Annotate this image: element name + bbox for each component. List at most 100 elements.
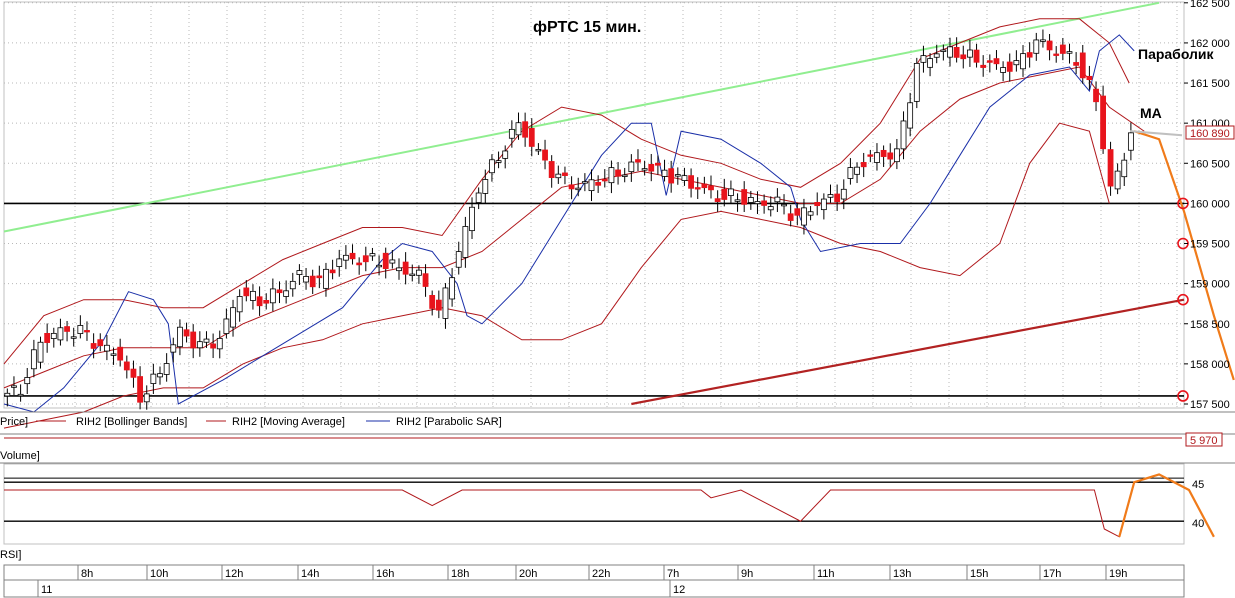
candle-up [927,58,933,68]
candle-up [236,296,243,313]
candle-up [840,188,847,200]
legend-parabolic-sar: RIH2 [Parabolic SAR] [396,416,502,428]
candle-up [608,167,615,184]
candle-down [210,343,217,349]
hour-label: 17h [1043,568,1061,580]
y-tick-label: 161 500 [1190,78,1230,90]
candle-up [303,276,309,283]
candle-down [542,149,548,161]
candle-up [940,49,947,52]
legend-moving-average: RIH2 [Moving Average] [232,416,345,428]
chart-title: фРТС 15 мин. [533,19,641,36]
candle-up [728,188,734,197]
candle-up [369,253,376,257]
candle-down [276,289,283,294]
hour-label: 22h [592,568,610,580]
candle-down [44,333,51,343]
trend-line-green [3,1,1160,233]
horizontal-levels [4,202,1184,397]
candle-up [900,120,907,150]
candle-down [887,152,894,160]
candle-down [183,329,190,337]
candle-up [1121,159,1128,178]
candle-up [11,385,17,388]
rsi-line [4,473,1215,538]
candle-up [781,203,787,207]
candle-down [880,149,887,157]
candle-down [362,255,369,263]
candle-up [230,307,236,328]
candle-up [475,192,482,203]
candle-up [515,122,522,136]
bollinger-upper [3,18,1130,365]
candle-down [1107,149,1114,187]
rsi-label: RSI] [0,549,21,561]
candle-down [688,175,694,189]
rsi-panel-frame [3,463,1185,545]
candle-up [489,159,495,174]
y-tick-label: 158 000 [1190,359,1230,371]
candle-up [1040,39,1046,42]
hour-label: 20h [519,568,537,580]
candle-down [986,60,993,63]
candle-down [256,296,263,307]
candle-down [1026,52,1033,58]
hour-label: 16h [376,568,394,580]
last-price-label: 160 890 [1190,128,1230,140]
candle-up [342,254,349,261]
candle-up [854,166,860,175]
candle-up [820,198,827,211]
candle-up [177,326,183,348]
day-label: 12 [673,584,685,596]
candle-up [1013,60,1020,66]
candle-up [163,363,170,375]
candle-down [973,49,980,63]
candle-up [30,349,37,370]
y-tick-label: 158 500 [1190,319,1230,331]
candle-down [1073,62,1080,66]
candle-up [893,148,900,163]
candle-up [336,258,343,267]
candle-up [283,290,290,297]
candle-down [980,64,987,68]
candle-up [1020,53,1026,70]
candle-down [601,179,608,182]
candle-up [170,344,177,353]
candle-down [123,361,130,371]
candle-up [157,373,163,378]
candle-down [787,213,794,221]
candle-down [84,330,90,333]
candle-up [296,270,303,275]
candle-up [621,174,628,177]
candle-down [648,164,655,172]
candle-down [1059,44,1066,54]
candle-up [376,264,382,268]
hour-label: 11h [817,568,835,580]
candle-up [455,251,462,268]
candle-down [635,159,641,163]
candle-up [641,168,648,171]
candle-down [761,200,768,206]
candle-down [867,154,874,157]
candle-down [97,339,104,347]
candle-down [548,161,555,178]
candle-up [449,277,456,300]
candle-up [4,392,11,397]
candle-down [834,193,841,203]
candle-down [243,287,250,297]
candle-down [117,346,124,361]
candle-down [1046,40,1053,51]
y-tick-label: 160 500 [1190,158,1230,170]
candle-up [1066,51,1073,54]
candle-up [628,161,635,173]
hour-label: 9h [741,568,753,580]
candle-up [103,344,110,352]
candle-down [528,127,535,147]
candle-down [190,331,197,349]
candle-down [1079,52,1086,79]
hour-label: 19h [1109,568,1127,580]
candle-down [429,294,436,309]
candle-down [382,252,389,269]
bollinger-bands [3,18,1145,429]
candle-down [64,326,70,332]
